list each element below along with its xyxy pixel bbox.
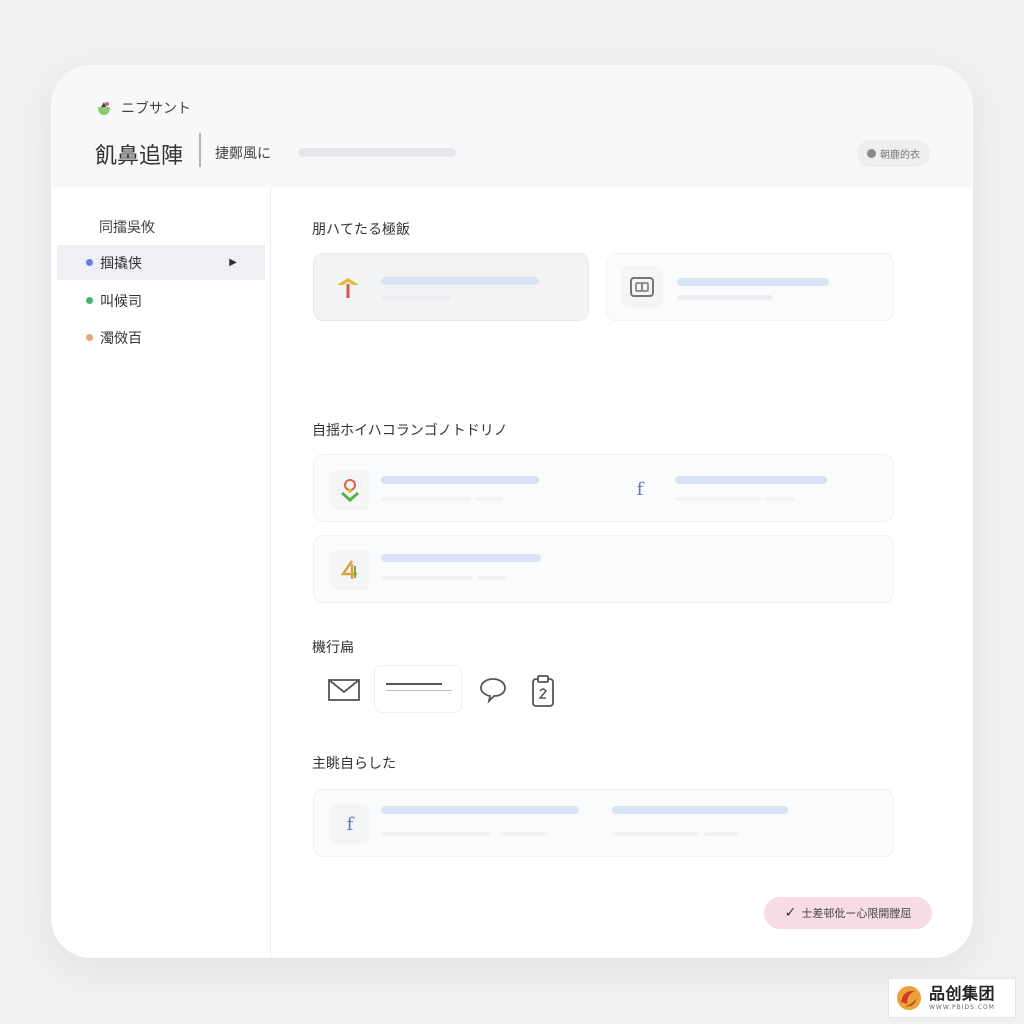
sidebar-item-label: 濁傚百 [100, 330, 142, 347]
placeholder-bar [381, 296, 451, 301]
watermark-sub: WWW.PBIDS.COM [929, 1003, 995, 1011]
header-pill-button[interactable]: 朝鹿的衣 [857, 140, 930, 167]
sidebar-item-label: 掴撬侠 [100, 255, 142, 272]
placeholder-bar [612, 806, 788, 814]
page-subtitle: 捷鄭風に [215, 146, 271, 162]
social-card[interactable]: f [313, 789, 894, 857]
bullet-icon [86, 297, 93, 304]
placeholder-bar [381, 476, 539, 484]
tools-row [312, 663, 592, 719]
feature-card-1[interactable] [313, 253, 589, 321]
header-pill-label: 朝鹿的衣 [880, 150, 920, 161]
feature-card-2[interactable] [606, 253, 894, 321]
section-title-2: 自揺ホイハコランゴノトドリノ [312, 423, 508, 439]
bullet-icon [86, 259, 93, 266]
section-title-3: 機行扁 [312, 640, 354, 656]
placeholder-bar [381, 277, 539, 285]
placeholder-bar [612, 832, 698, 836]
app-logo-icon [98, 102, 110, 115]
sidebar-item-1[interactable]: 掴撬侠 ▶ [57, 245, 265, 280]
placeholder-bar [675, 497, 761, 501]
watermark-main: 品创集团 [929, 983, 996, 1003]
integration-row-1: f [313, 454, 894, 522]
placeholder-bar [677, 295, 772, 300]
placeholder-bar [477, 576, 507, 580]
location-pin-icon[interactable] [330, 470, 370, 510]
check-icon: ✓ [784, 905, 797, 921]
section-title-1: 朋ハてたる極飯 [312, 222, 410, 238]
placeholder-bar [381, 806, 579, 814]
footer-action-label: 士差邨仳ー心限開膛屈 [801, 907, 912, 920]
placeholder-bar [499, 832, 549, 836]
chat-bubble-icon[interactable] [476, 673, 510, 707]
facebook-icon: f [330, 804, 370, 844]
card-icon [621, 266, 663, 308]
app-window: ニブサント 飢鼻追陣 捷鄭風に 朝鹿的衣 同擂吳攸 掴撬侠 ▶ 叫候司 濁傚百 … [51, 65, 973, 958]
placeholder-bar [381, 554, 541, 562]
number-four-icon[interactable] [330, 550, 370, 590]
facebook-icon[interactable]: f [620, 469, 660, 509]
sidebar-item-2[interactable]: 叫候司 [57, 283, 265, 318]
title-divider [199, 133, 201, 167]
placeholder-bar [381, 832, 491, 836]
sidebar-heading: 同擂吳攸 [99, 220, 155, 236]
clipboard-icon[interactable] [528, 671, 558, 711]
placeholder-bar [381, 497, 471, 501]
logo-text: ニブサント [121, 101, 191, 117]
text-line [386, 690, 452, 691]
placeholder-bar [381, 576, 473, 580]
sidebar: 同擂吳攸 掴撬侠 ▶ 叫候司 濁傚百 [51, 187, 271, 958]
placeholder-bar [475, 497, 503, 501]
watermark: 品创集团 WWW.PBIDS.COM [888, 978, 1016, 1018]
facebook-glyph: f [346, 813, 354, 835]
text-card-icon[interactable] [374, 665, 462, 713]
header: ニブサント 飢鼻追陣 捷鄭風に 朝鹿的衣 [51, 65, 973, 187]
chevron-right-icon: ▶ [229, 257, 237, 268]
sidebar-item-3[interactable]: 濁傚百 [57, 320, 265, 355]
integration-row-2 [313, 535, 894, 603]
placeholder-bar [704, 832, 738, 836]
placeholder-bar [677, 278, 829, 286]
facebook-glyph: f [636, 478, 644, 500]
section-title-4: 主眺自らした [312, 756, 396, 772]
sidebar-item-label: 叫候司 [100, 293, 142, 310]
brand-logo-icon [897, 986, 921, 1010]
arrow-up-icon [328, 267, 368, 307]
logo[interactable]: ニブサント [95, 98, 191, 118]
text-line [386, 683, 442, 685]
status-dot-icon [867, 149, 876, 158]
mail-icon[interactable] [326, 675, 362, 705]
main-content: 朋ハてたる極飯 自揺ホイハコランゴノトドリノ f 機行扁 主眺自らした f [272, 187, 973, 958]
search-bar[interactable] [298, 148, 456, 157]
bullet-icon [86, 334, 93, 341]
footer-action-button[interactable]: ✓ 士差邨仳ー心限開膛屈 [764, 897, 932, 929]
placeholder-bar [675, 476, 827, 484]
page-title: 飢鼻追陣 [95, 144, 184, 169]
placeholder-bar [765, 497, 795, 501]
